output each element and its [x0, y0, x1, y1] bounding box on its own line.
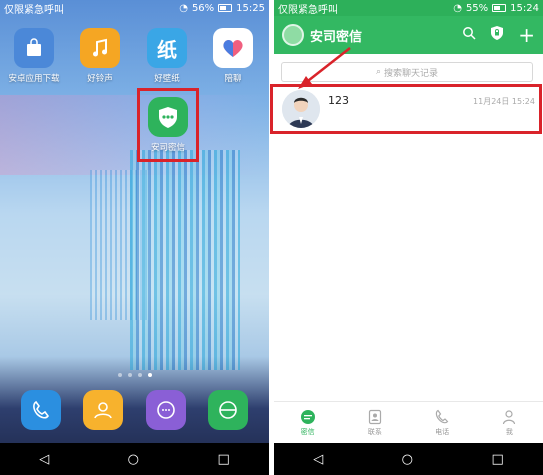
tab-label: 电话 — [435, 427, 450, 436]
app-label: 陪聊 — [224, 74, 242, 84]
nav-bar: ◁ ○ □ — [274, 443, 543, 475]
back-icon[interactable]: ◁ — [39, 452, 49, 467]
dock — [0, 390, 269, 430]
page-dot — [117, 373, 122, 377]
app-logo-icon — [282, 24, 304, 46]
clock: 15:24 — [510, 2, 539, 14]
tab-label: 联系 — [367, 427, 382, 436]
wallpaper-glitch — [130, 150, 240, 370]
tab-contacts[interactable]: 联系 — [367, 409, 383, 437]
tab-label: 密信 — [300, 427, 315, 436]
search-placeholder: 搜索聊天记录 — [384, 68, 439, 79]
back-icon[interactable]: ◁ — [313, 452, 323, 467]
contacts-icon — [368, 409, 381, 424]
person-icon — [503, 409, 516, 424]
wallpaper-icon: 纸 — [147, 28, 187, 68]
home-icon[interactable]: ○ — [128, 452, 139, 467]
lock-shield-icon[interactable] — [490, 25, 504, 45]
recents-icon[interactable]: □ — [217, 452, 229, 467]
highlight-box — [270, 84, 542, 134]
home-icon[interactable]: ○ — [402, 452, 413, 467]
app-title: 安司密信 — [310, 29, 363, 45]
app-ringtone[interactable]: 好铃声 — [68, 28, 132, 84]
page-dot-active — [147, 373, 152, 377]
search-icon: ⌕ — [375, 67, 382, 77]
highlight-box — [137, 88, 199, 162]
app-label: 安卓应用下载 — [8, 74, 60, 84]
app-label: 好壁纸 — [154, 74, 180, 84]
page-dot — [137, 373, 142, 377]
battery-percent: 56% — [191, 2, 215, 14]
bottom-tab-bar: 密信 联系 电话 我 — [274, 401, 543, 443]
browser-icon[interactable] — [207, 390, 248, 430]
messenger-screen: 仅限紧急呼叫 ◔ 55% 15:24 安司密信 + ⌕ 搜索聊天记录 123 1… — [274, 0, 543, 475]
phone-icon — [435, 409, 449, 423]
app-chat-companion[interactable]: 陪聊 — [201, 28, 265, 84]
app-android-download[interactable]: 安卓应用下载 — [2, 28, 66, 84]
chat-icon — [300, 409, 315, 424]
tab-me[interactable]: 我 — [501, 409, 517, 437]
app-wallpaper[interactable]: 纸 好壁纸 — [135, 28, 199, 84]
home-screen: 仅限紧急呼叫 ◔ 56% 15:25 安卓应用下载 好铃声 纸 好壁纸 陪聊 安… — [0, 0, 269, 475]
clock: 15:25 — [236, 2, 265, 14]
wifi-icon: ◔ — [179, 2, 188, 14]
search-input[interactable]: ⌕ 搜索聊天记录 — [281, 62, 533, 82]
carrier-text: 仅限紧急呼叫 — [278, 4, 338, 16]
contacts-icon[interactable] — [83, 390, 124, 430]
phone-icon[interactable] — [21, 390, 62, 430]
recents-icon[interactable]: □ — [491, 452, 503, 467]
tab-label: 我 — [505, 427, 513, 436]
heart-icon — [213, 28, 253, 68]
page-dot — [127, 373, 132, 377]
battery-percent: 55% — [465, 2, 489, 14]
shopping-bag-icon — [14, 28, 54, 68]
messages-icon[interactable] — [145, 390, 186, 430]
status-bar: 仅限紧急呼叫 ◔ 56% 15:25 — [0, 0, 269, 16]
tab-phone[interactable]: 电话 — [434, 409, 450, 437]
battery-icon — [218, 4, 233, 12]
search-icon[interactable] — [462, 26, 476, 44]
carrier-text: 仅限紧急呼叫 — [4, 4, 64, 16]
music-note-icon — [80, 28, 120, 68]
page-indicator — [0, 373, 269, 377]
nav-bar: ◁ ○ □ — [0, 443, 269, 475]
app-label: 好铃声 — [87, 74, 113, 84]
add-icon[interactable]: + — [518, 25, 535, 45]
battery-icon — [492, 4, 507, 12]
wifi-icon: ◔ — [453, 2, 462, 14]
app-bar: 安司密信 + — [274, 16, 543, 54]
tab-messages[interactable]: 密信 — [300, 409, 316, 437]
status-bar: 仅限紧急呼叫 ◔ 55% 15:24 — [274, 0, 543, 16]
